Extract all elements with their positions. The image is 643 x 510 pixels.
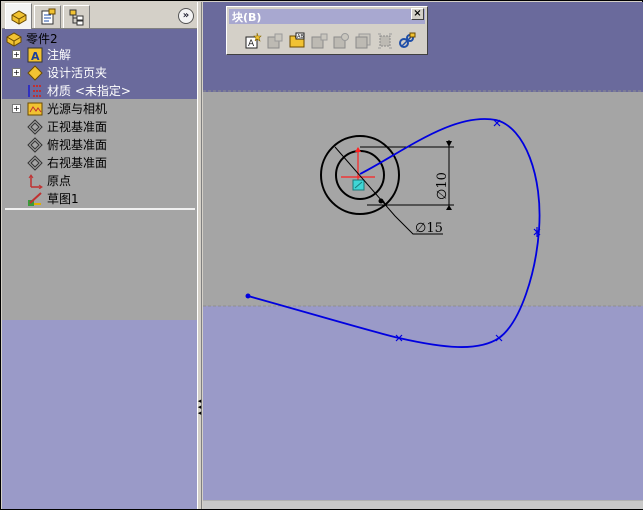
insert-block-icon: AB [289,32,305,48]
feature-manager-icon [11,9,26,25]
edit-block-icon [267,33,283,49]
tree-item-label: 原点 [47,174,72,188]
sketch-icon [28,191,42,206]
expand-toggle[interactable]: + [12,104,21,113]
lights-cameras-icon [27,102,43,115]
tree-item-lights-cameras[interactable]: + 光源与相机 [12,100,107,117]
splitter-grip-icon[interactable]: ◂ ◂ ◂ [197,398,202,420]
material-icon [28,84,41,97]
block-toolbar-title[interactable]: 块(B) [229,9,425,24]
block-toolbar: 块(B) × A AB [226,6,428,55]
make-block-button[interactable]: A [243,31,263,51]
plane-icon [27,154,43,171]
tree-separator [5,208,195,210]
plane-icon [27,136,43,153]
tree-item-label: 注解 [47,48,72,62]
explode-block-icon [378,33,392,49]
tree-item-design-binder[interactable]: + 设计活页夹 [12,64,107,81]
belt-chain-button[interactable] [397,31,417,51]
tree-item-label: 俯视基准面 [47,138,108,152]
spline-endpoint[interactable] [245,293,251,299]
svg-text:A: A [31,50,40,63]
property-manager-icon [41,8,55,25]
design-binder-icon [27,64,43,81]
tree-item-label: 草图1 [47,192,79,206]
block-toolbar-title-text: 块(B) [232,10,262,24]
svg-text:AB: AB [297,34,304,40]
origin-icon [28,173,43,189]
tree-item-label: 材质 <未指定> [47,84,131,98]
insert-block-button[interactable]: AB [287,31,307,51]
rebuild-block-icon [333,33,349,49]
manager-tab-bar: » [2,2,197,29]
tab-feature-manager[interactable] [5,3,32,29]
tree-item-origin[interactable]: 原点 [27,172,71,189]
tree-root-part[interactable]: 零件2 [6,30,58,47]
tree-item-top-plane[interactable]: 俯视基准面 [27,136,107,153]
tree-item-sketch1[interactable]: 草图1 [27,190,79,207]
collapse-panel-button[interactable]: » [178,8,194,24]
add-remove-block-button[interactable] [309,31,329,51]
dimension-diameter-text[interactable]: ∅15 [415,221,443,236]
part-icon [6,31,22,47]
dimension-vertical-text[interactable]: ∅10 [435,172,450,200]
configuration-manager-icon [69,9,83,26]
add-remove-block-icon [311,33,328,49]
tab-configuration-manager[interactable] [63,5,90,28]
part-name: 零件2 [26,32,58,46]
tree-item-label: 光源与相机 [47,102,108,116]
explode-block-button[interactable] [375,31,395,51]
plane-icon [27,118,43,135]
tree-item-right-plane[interactable]: 右视基准面 [27,154,107,171]
sketch-canvas[interactable]: ∅10 ∅15 [203,2,643,509]
solidworks-window: » 零件2 + A 注解 + 设计活页夹 材质 <未指定> + 光源与相机 正视… [0,0,643,510]
tree-item-label: 正视基准面 [47,120,108,134]
panel-splitter[interactable] [197,2,202,509]
save-block-button[interactable] [353,31,373,51]
feature-manager-panel: » 零件2 + A 注解 + 设计活页夹 材质 <未指定> + 光源与相机 正视… [2,2,197,509]
belt-chain-icon [399,32,416,48]
sketch-spline[interactable] [247,118,541,348]
edit-block-button[interactable] [265,31,285,51]
block-toolbar-close-button[interactable]: × [411,8,424,20]
tree-item-annotations[interactable]: + A 注解 [12,46,71,63]
dimension-vertical[interactable]: ∅10 [360,140,454,210]
tree-item-front-plane[interactable]: 正视基准面 [27,118,107,135]
tree-item-label: 设计活页夹 [47,66,108,80]
dimension-diameter[interactable]: ∅15 [334,146,443,236]
rebuild-block-button[interactable] [331,31,351,51]
tree-item-material[interactable]: 材质 <未指定> [27,82,131,99]
annotations-icon: A [27,47,43,63]
expand-toggle[interactable]: + [12,68,21,77]
svg-text:A: A [248,39,255,49]
tab-property-manager[interactable] [34,5,61,28]
tree-item-label: 右视基准面 [47,156,108,170]
expand-toggle[interactable]: + [12,50,21,59]
save-block-icon [355,33,371,49]
make-block-icon: A [245,32,262,49]
